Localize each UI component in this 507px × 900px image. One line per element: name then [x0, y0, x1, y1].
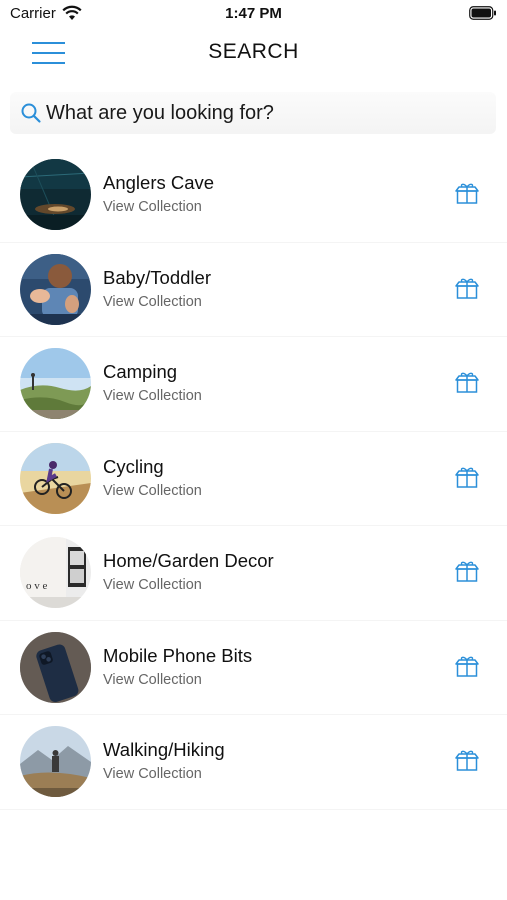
collection-thumbnail: [20, 631, 91, 703]
view-collection-link[interactable]: View Collection: [103, 577, 202, 593]
view-collection-link[interactable]: View Collection: [103, 766, 202, 782]
gift-box-icon[interactable]: [454, 749, 480, 773]
search-bar[interactable]: [10, 92, 496, 134]
battery-icon: [469, 6, 496, 20]
collection-thumbnail: [20, 253, 91, 325]
svg-text:o v e: o v e: [26, 580, 48, 592]
gift-box-icon[interactable]: [454, 277, 480, 301]
status-time: 1:47 PM: [225, 5, 282, 22]
search-icon: [21, 103, 41, 123]
gift-box-icon[interactable]: [454, 466, 480, 490]
collection-row-baby-toddler[interactable]: Baby/Toddler View Collection: [0, 243, 507, 337]
collection-row-anglers-cave[interactable]: Anglers Cave View Collection: [0, 148, 507, 243]
collection-row-mobile-phone-bits[interactable]: Mobile Phone Bits View Collection: [0, 621, 507, 715]
collection-thumbnail: o v e: [20, 537, 91, 608]
collection-thumbnail: [20, 442, 91, 514]
collection-row-camping[interactable]: Camping View Collection: [0, 337, 507, 432]
collection-row-walking-hiking[interactable]: Walking/Hiking View Collection: [0, 715, 507, 810]
collection-title: Walking/Hiking: [103, 739, 225, 760]
collection-thumbnail: [20, 348, 91, 419]
view-collection-link[interactable]: View Collection: [103, 483, 202, 499]
gift-box-icon[interactable]: [454, 560, 480, 584]
collection-row-home-garden-decor[interactable]: o v e Home/Garden Decor View Collection: [0, 526, 507, 621]
search-input[interactable]: [46, 98, 486, 128]
nav-bar: SEARCH: [0, 28, 507, 78]
view-collection-link[interactable]: View Collection: [103, 294, 202, 310]
view-collection-link[interactable]: View Collection: [103, 199, 202, 215]
view-collection-link[interactable]: View Collection: [103, 672, 202, 688]
gift-box-icon[interactable]: [454, 371, 480, 395]
status-bar: Carrier 1:47 PM: [0, 0, 507, 28]
collection-title: Baby/Toddler: [103, 266, 211, 288]
gift-box-icon[interactable]: [454, 182, 480, 206]
collection-thumbnail: [20, 726, 91, 797]
collection-thumbnail: [20, 159, 91, 230]
collection-title: Mobile Phone Bits: [103, 644, 253, 666]
gift-box-icon[interactable]: [454, 655, 480, 679]
view-collection-link[interactable]: View Collection: [103, 388, 202, 404]
page-title: SEARCH: [208, 40, 299, 63]
collection-list: Anglers Cave View Collection Baby/Toddle…: [0, 148, 507, 810]
collection-title: Cycling: [103, 455, 164, 477]
hamburger-menu-icon[interactable]: [32, 36, 66, 64]
collection-title: Anglers Cave: [103, 172, 215, 193]
collection-title: Camping: [103, 361, 178, 382]
collection-title: Home/Garden Decor: [103, 550, 274, 571]
collection-row-cycling[interactable]: Cycling View Collection: [0, 432, 507, 526]
